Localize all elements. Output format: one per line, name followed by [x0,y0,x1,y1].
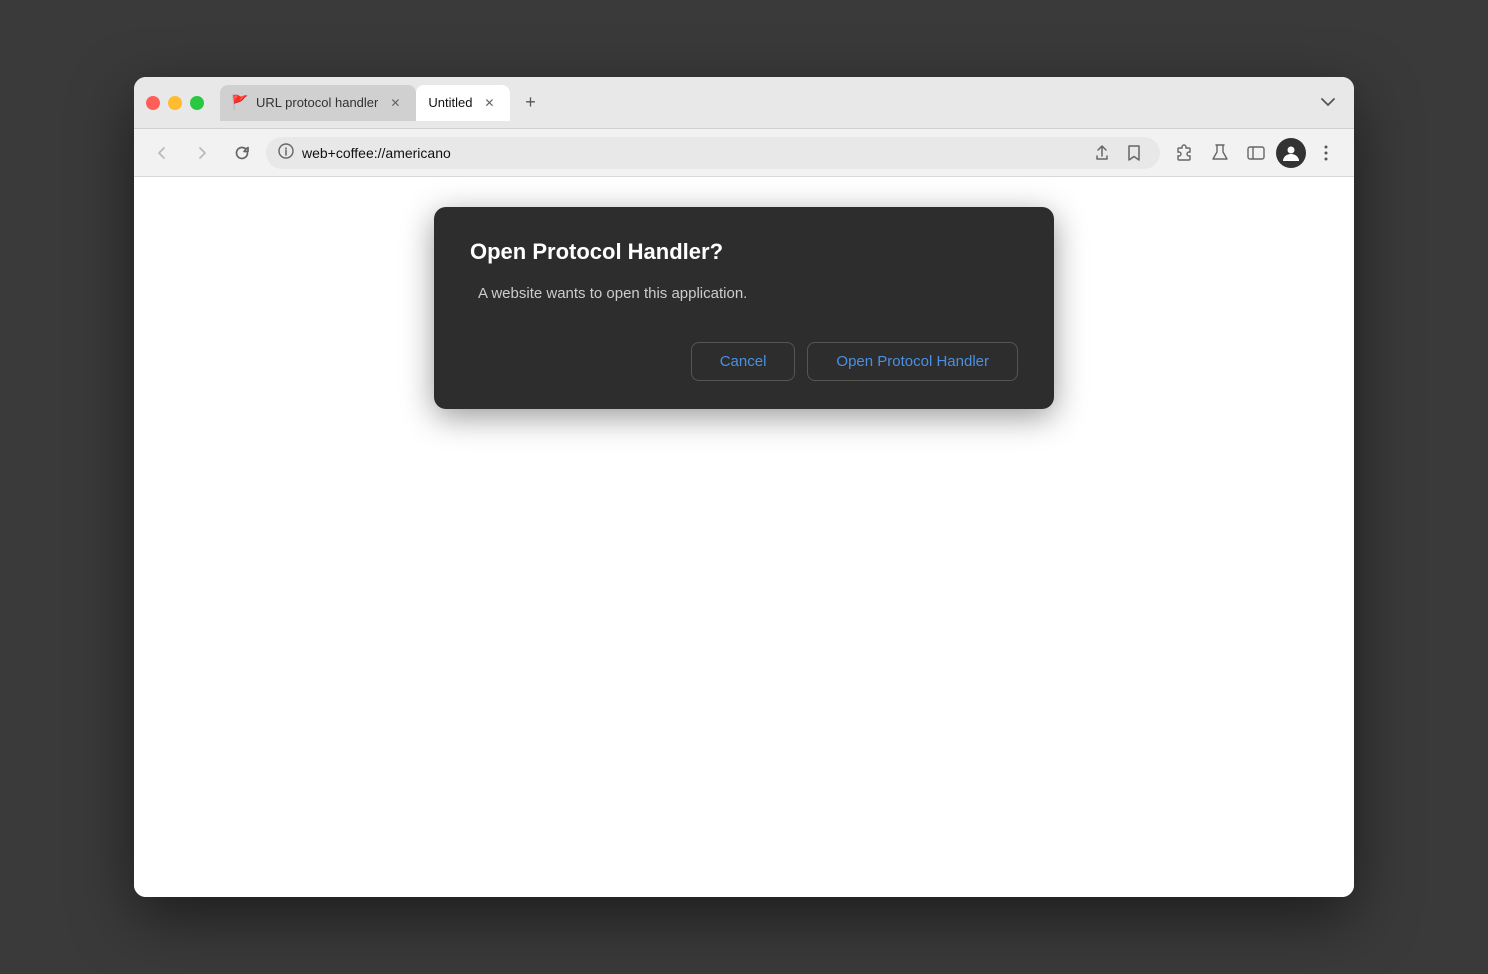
dialog-buttons: Cancel Open Protocol Handler [470,342,1018,381]
page-content: Open Protocol Handler? A website wants t… [134,177,1354,897]
url-text: web+coffee://americano [302,145,1080,161]
traffic-lights [146,96,204,110]
cancel-button[interactable]: Cancel [691,342,796,381]
minimize-button[interactable] [168,96,182,110]
title-bar: 🚩 URL protocol handler ✕ Untitled ✕ + [134,77,1354,129]
tab-label-2: Untitled [428,95,472,110]
tabs-area: 🚩 URL protocol handler ✕ Untitled ✕ + [220,85,1342,121]
nav-bar: web+coffee://americano [134,129,1354,177]
tab-url-protocol-handler[interactable]: 🚩 URL protocol handler ✕ [220,85,416,121]
tabs-dropdown-button[interactable] [1314,89,1342,117]
back-button[interactable] [146,137,178,169]
address-actions [1088,139,1148,167]
more-button[interactable] [1310,137,1342,169]
dialog-title: Open Protocol Handler? [470,239,1018,265]
maximize-button[interactable] [190,96,204,110]
extensions-button[interactable] [1168,137,1200,169]
dialog-message: A website wants to open this application… [470,285,1018,302]
tab-close-1[interactable]: ✕ [386,94,404,112]
close-button[interactable] [146,96,160,110]
forward-button[interactable] [186,137,218,169]
open-protocol-handler-button[interactable]: Open Protocol Handler [807,342,1018,381]
lab-button[interactable] [1204,137,1236,169]
tab-label-1: URL protocol handler [256,95,378,110]
reload-button[interactable] [226,137,258,169]
bookmark-button[interactable] [1120,139,1148,167]
sidebar-button[interactable] [1240,137,1272,169]
tab-favicon-1: 🚩 [232,95,248,111]
new-tab-button[interactable]: + [514,87,546,119]
address-bar[interactable]: web+coffee://americano [266,137,1160,169]
profile-button[interactable] [1276,138,1306,168]
protocol-handler-dialog: Open Protocol Handler? A website wants t… [434,207,1054,409]
tab-untitled[interactable]: Untitled ✕ [416,85,510,121]
browser-window: 🚩 URL protocol handler ✕ Untitled ✕ + [134,77,1354,897]
share-button[interactable] [1088,139,1116,167]
toolbar-actions [1168,137,1342,169]
info-icon [278,143,294,162]
tab-close-2[interactable]: ✕ [480,94,498,112]
